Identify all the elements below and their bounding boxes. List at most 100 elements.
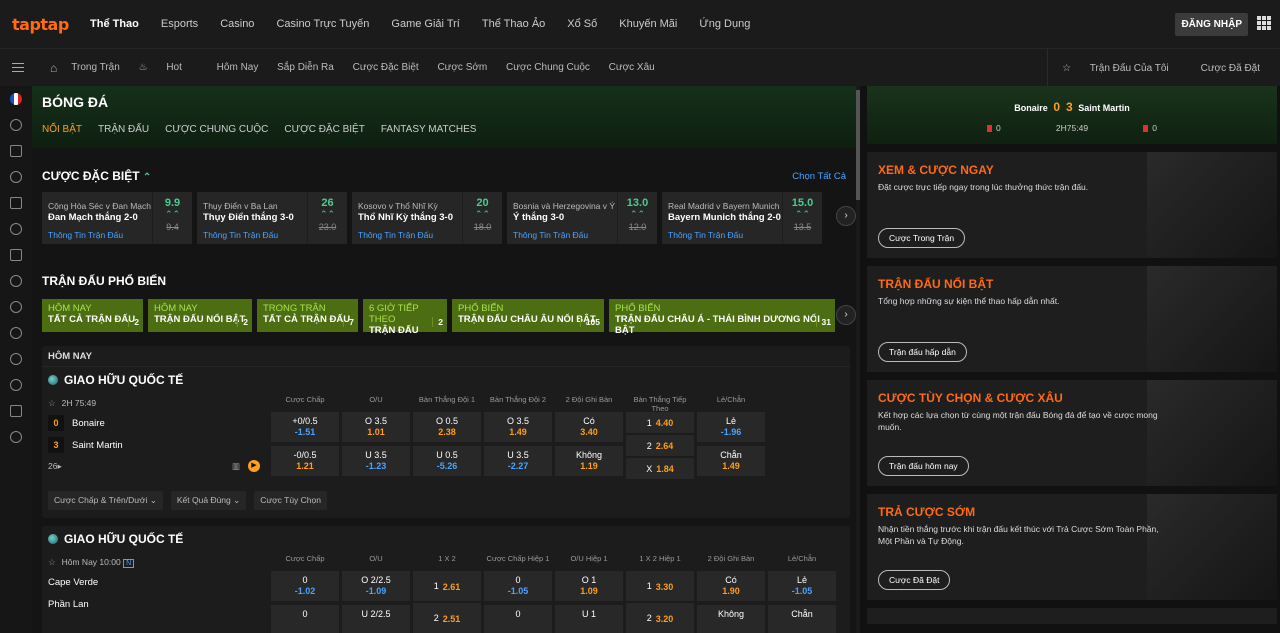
odds-cell[interactable]: 1 2.61 <box>413 571 481 601</box>
flag-icon[interactable] <box>10 93 22 105</box>
subnav-item[interactable]: Cược Xâu <box>609 62 655 73</box>
filter-chip[interactable]: Hôm Nay Tất Cả Trận Đấu 2 <box>42 299 143 332</box>
filter-chip[interactable]: Hôm Nay Trận Đấu Nổi Bật 2 <box>148 299 252 332</box>
odds-cell[interactable]: 0 <box>484 605 552 633</box>
filter-chip[interactable]: 6 Giờ Tiếp Theo Trận Đấu 2 <box>363 299 447 336</box>
special-bet-card[interactable]: Real Madrid v Bayern Munich Bayern Munic… <box>662 192 822 244</box>
favorite-star-icon[interactable]: ☆ <box>48 557 56 567</box>
esports-icon[interactable] <box>10 431 22 443</box>
topnav-item[interactable]: Khuyến Mãi <box>619 18 677 30</box>
league-header[interactable]: GIAO HỮU QUỐC TẾ <box>42 526 850 551</box>
special-bet-card[interactable]: Kosovo v Thổ Nhĩ Kỳ Thổ Nhĩ Kỳ thắng 3-0… <box>352 192 502 244</box>
topnav-item[interactable]: Casino <box>220 18 254 30</box>
tab-fantasy[interactable]: Fantasy Matches <box>381 124 477 135</box>
market-chip[interactable]: Kết Quả Đúng ⌄ <box>170 491 247 510</box>
subnav-item[interactable]: Cược Sớm <box>437 62 487 73</box>
hockey-icon[interactable] <box>10 405 22 417</box>
placed-bets-link[interactable]: Cược Đã Đặt <box>1201 63 1260 74</box>
odds-cell[interactable]: Không <box>697 605 765 633</box>
filter-chip[interactable]: Trong Trận Tất Cả Trận Đấu 7 <box>257 299 358 332</box>
subnav-item[interactable]: Trong Trận <box>71 62 120 73</box>
odds-cell[interactable]: Lẻ -1.05 <box>768 571 836 601</box>
odds-cell[interactable]: Có 3.40 <box>555 412 623 442</box>
odds-cell[interactable]: Có 1.90 <box>697 571 765 601</box>
favorite-star-icon[interactable]: ☆ <box>48 398 56 408</box>
odds-cell[interactable]: U 1 <box>555 605 623 633</box>
special-bet-card[interactable]: Thụy Điển v Ba Lan Thụy Điển thắng 3-0 T… <box>197 192 347 244</box>
more-markets[interactable]: 26 ▸ ▥ ▶ <box>48 460 268 472</box>
odds-box[interactable]: 20 ⌃⌃ 18.0 <box>462 192 502 244</box>
odds-cell[interactable]: 0 <box>271 605 339 633</box>
promo-button[interactable]: Cược Trong Trận <box>878 228 966 248</box>
brand-logo[interactable]: taptap <box>12 15 90 34</box>
hamburger-menu-icon[interactable] <box>12 60 24 75</box>
odds-cell[interactable]: 2 2.64 <box>626 435 694 456</box>
odds-box[interactable]: 15.0 ⌃⌃ 13.5 <box>782 192 822 244</box>
rugby-icon[interactable] <box>10 379 22 391</box>
home-team[interactable]: 0 Bonaire <box>48 412 268 434</box>
odds-cell[interactable]: U 3.5 -1.23 <box>342 446 410 476</box>
odds-cell[interactable]: U 0.5 -5.26 <box>413 446 481 476</box>
choose-all-link[interactable]: Chọn Tất Cả <box>792 171 846 182</box>
filter-chip[interactable]: Phổ Biến Trận Đấu Châu Á - Thái Bình Dươn… <box>609 299 835 336</box>
odds-cell[interactable]: O 3.5 1.49 <box>484 412 552 442</box>
subnav-item[interactable]: Hôm Nay <box>217 62 259 73</box>
odds-cell[interactable]: 2 3.20 <box>626 603 694 633</box>
odds-cell[interactable]: O 0.5 2.38 <box>413 412 481 442</box>
home-icon[interactable]: ⌂ <box>50 61 57 75</box>
filter-chip[interactable]: Phổ Biến Trận Đấu Châu Âu Nổi Bật 105 <box>452 299 604 332</box>
odds-cell[interactable]: O 2/2.5 -1.09 <box>342 571 410 601</box>
odds-cell[interactable]: U 2/2.5 <box>342 605 410 633</box>
home-team[interactable]: Cape Verde <box>48 571 268 593</box>
match-info-link[interactable]: Thông Tin Trận Đấu <box>668 230 743 240</box>
subnav-item[interactable]: Cược Chung Cuộc <box>506 62 590 73</box>
tennis-icon[interactable] <box>10 301 22 313</box>
odds-cell[interactable]: Không 1.19 <box>555 446 623 476</box>
play-icon[interactable]: ▶ <box>248 460 260 472</box>
odds-box[interactable]: 26 ⌃⌃ 23.0 <box>307 192 347 244</box>
topnav-item[interactable]: Casino Trực Tuyến <box>276 18 369 30</box>
odds-cell[interactable]: O 3.5 1.01 <box>342 412 410 442</box>
odds-cell[interactable]: -0/0.5 1.21 <box>271 446 339 476</box>
live-score-banner[interactable]: Bonaire 03 Saint Martin 0 2H75:49 0 <box>867 86 1277 144</box>
next-arrow-icon[interactable]: › <box>836 305 856 325</box>
odds-cell[interactable]: 0 -1.05 <box>484 571 552 601</box>
odds-cell[interactable]: 1 4.40 <box>626 412 694 433</box>
topnav-item[interactable]: Esports <box>161 18 198 30</box>
subnav-item[interactable]: Sắp Diễn Ra <box>277 62 334 73</box>
helmet-icon[interactable] <box>10 223 22 235</box>
promo-button[interactable]: Cược Đã Đặt <box>878 570 951 590</box>
main-scrollbar[interactable] <box>856 86 860 633</box>
basketball-icon[interactable] <box>10 171 22 183</box>
chevron-up-icon[interactable]: ⌃ <box>143 172 151 183</box>
odds-cell[interactable]: U 3.5 -2.27 <box>484 446 552 476</box>
tab-specials[interactable]: Cược Đặc Biệt <box>284 124 364 135</box>
stats-icon[interactable]: ▥ <box>232 461 240 472</box>
away-team[interactable]: Phần Lan <box>48 593 268 615</box>
topnav-item[interactable]: Ứng Dụng <box>699 18 750 30</box>
odds-cell[interactable]: X 1.84 <box>626 458 694 479</box>
odds-cell[interactable]: Lẻ -1.96 <box>697 412 765 442</box>
subnav-item-hot[interactable]: ♨ Hot <box>139 62 198 73</box>
runner-icon[interactable] <box>10 249 22 261</box>
tab-matches[interactable]: Trận Đấu <box>98 124 149 135</box>
odds-cell[interactable]: Chẵn 1.49 <box>697 446 765 476</box>
football-icon[interactable] <box>10 119 22 131</box>
odds-box[interactable]: 13.0 ⌃⌃ 12.0 <box>617 192 657 244</box>
tab-featured[interactable]: Nổi Bật <box>42 124 82 135</box>
odds-box[interactable]: 9.9 ⌃⌃ 9.4 <box>152 192 192 244</box>
match-info-link[interactable]: Thông Tin Trận Đấu <box>513 230 588 240</box>
tab-outrights[interactable]: Cược Chung Cuộc <box>165 124 268 135</box>
triangle-icon[interactable] <box>10 145 22 157</box>
market-chip[interactable]: Cược Tùy Chọn <box>254 491 327 510</box>
topnav-item[interactable]: Thể Thao Ảo <box>482 18 545 30</box>
match-info-link[interactable]: Thông Tin Trận Đấu <box>48 230 123 240</box>
target-icon[interactable] <box>10 353 22 365</box>
ball-icon[interactable] <box>10 327 22 339</box>
away-team[interactable]: 3 Saint Martin <box>48 434 268 456</box>
league-header[interactable]: GIAO HỮU QUỐC TẾ <box>42 367 850 392</box>
promo-button[interactable]: Trận đấu hấp dẫn <box>878 342 967 362</box>
my-matches-link[interactable]: ☆ Trận Đấu Của Tôi <box>1062 63 1185 74</box>
odds-cell[interactable]: +0/0.5 -1.51 <box>271 412 339 442</box>
topnav-item[interactable]: Game Giải Trí <box>391 18 459 30</box>
